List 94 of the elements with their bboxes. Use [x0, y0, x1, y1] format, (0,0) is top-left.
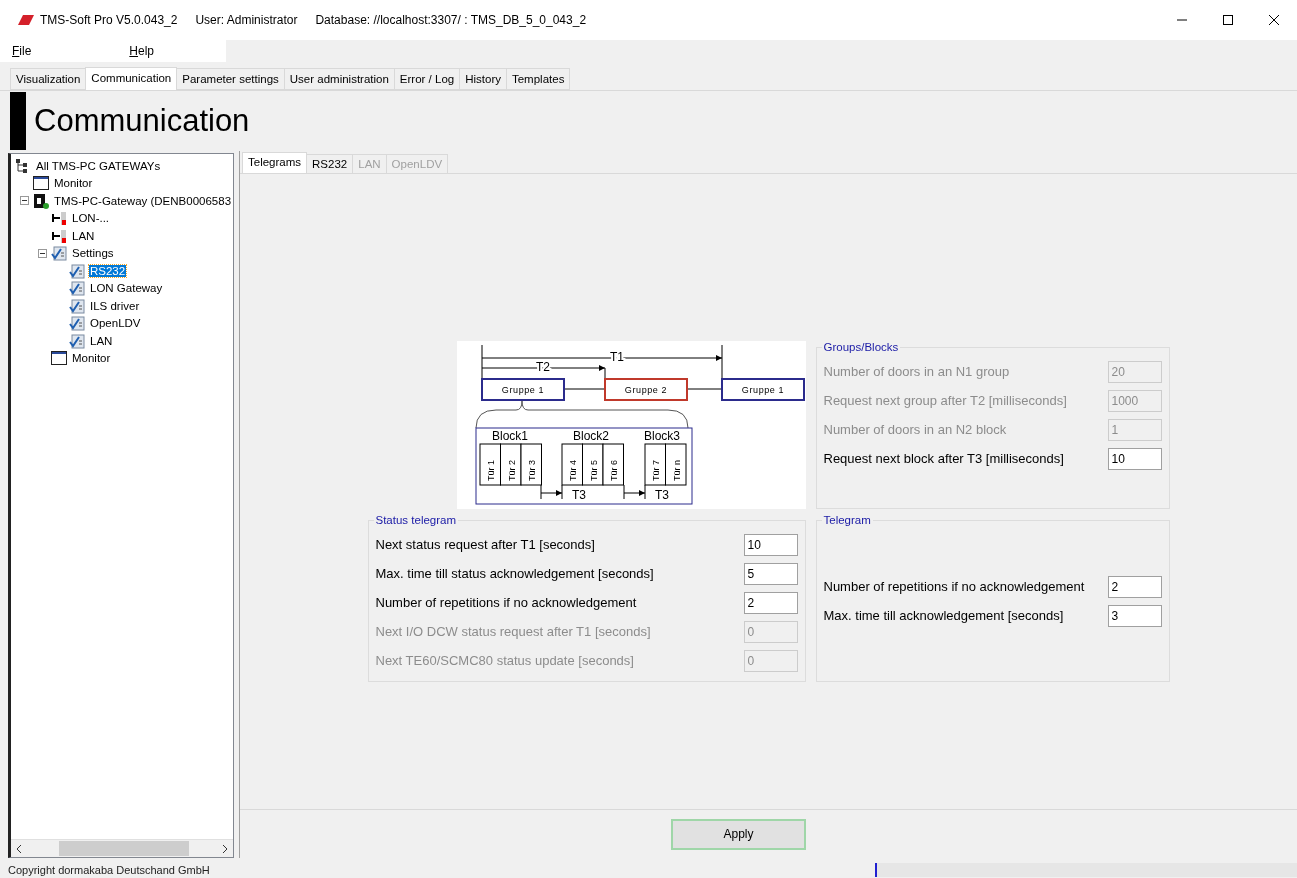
tree-item[interactable]: All TMS-PC GATEWAYs	[35, 159, 162, 172]
field-label: Number of doors in an N2 block	[823, 422, 1007, 437]
tab[interactable]: Error / Log	[393, 68, 461, 90]
input-field[interactable]: 2	[1107, 575, 1162, 598]
group-title: Telegram	[822, 514, 872, 526]
input-field[interactable]: 10	[743, 533, 798, 556]
tree-item[interactable]: Monitor	[71, 352, 112, 365]
checklist-icon	[69, 297, 85, 314]
door-cell	[479, 443, 501, 486]
group-title: Groups/Blocks	[822, 341, 900, 353]
checklist-icon	[51, 245, 67, 262]
status-text: Copyright dormakaba Deutschand GmbH	[7, 864, 210, 876]
tab[interactable]: User administration	[283, 68, 395, 90]
tab[interactable]: Visualization	[10, 68, 87, 90]
field-label: Next status request after T1 [seconds]	[375, 537, 595, 552]
connector-icon	[51, 210, 67, 227]
scroll-left-icon[interactable]	[15, 843, 23, 854]
diagram-label: Tür 7	[650, 460, 661, 481]
input-field[interactable]: 5	[743, 562, 798, 585]
menu-item[interactable]: Help	[117, 44, 165, 58]
door-cell	[664, 443, 686, 486]
field-label: Next I/O DCW status request after T1 [seconds]	[375, 624, 651, 639]
diagram-label: Tür 4	[567, 460, 578, 481]
horizontal-scrollbar[interactable]	[11, 839, 233, 857]
diagram-label: T1	[609, 350, 624, 364]
door-cell	[602, 443, 624, 486]
diagram-label: T3	[571, 488, 586, 502]
monitor-icon	[51, 350, 67, 367]
window-title: TMS-Soft Pro V5.0.043_2	[40, 13, 178, 27]
tree-item[interactable]: LON Gateway	[89, 282, 164, 295]
database-info: Database: //localhost:3307/ : TMS_DB_5_0_043_2	[315, 13, 587, 27]
field-label: Number of repetitions if no acknowledgement	[375, 595, 637, 610]
tab[interactable]: History	[459, 68, 507, 90]
field-label: Max. time till status acknowledgement [seconds]	[375, 566, 654, 581]
tree-item[interactable]: LON-...	[71, 212, 111, 225]
user-info: User: Administrator	[195, 13, 298, 27]
diagram-label: T3	[654, 488, 669, 502]
collapse-toggle[interactable]	[38, 248, 47, 258]
monitor-icon	[33, 175, 49, 192]
tab[interactable]: Templates	[505, 68, 571, 90]
door-cell	[499, 443, 521, 486]
tree-item[interactable]: ILS driver	[89, 299, 141, 312]
diagram-label: Tür 2	[506, 460, 516, 481]
diagram-label: Tür 6	[608, 460, 619, 481]
field-label: Next TE60/SCMC80 status update [seconds]	[375, 653, 634, 668]
field-label: Max. time till acknowledgement [seconds]	[823, 608, 1064, 623]
apply-button[interactable]: Apply	[671, 818, 806, 850]
diagram-label: Gruppe 2	[624, 385, 667, 395]
diagram-label: Block3	[643, 429, 680, 443]
input-field[interactable]: 2	[743, 591, 798, 614]
field-label: Number of repetitions if no acknowledgement	[823, 579, 1085, 594]
tab[interactable]: Communication	[85, 67, 178, 90]
tree-item[interactable]: Monitor	[53, 177, 94, 190]
tree-item[interactable]: LAN	[89, 334, 114, 347]
checklist-icon	[69, 332, 85, 349]
door-cell	[561, 443, 583, 486]
group-title: Status telegram	[374, 514, 458, 526]
gateway-icon	[33, 192, 49, 209]
field-label: Request next group after T2 [milliseconds]	[823, 393, 1067, 408]
tree-item[interactable]: LAN	[71, 229, 96, 242]
diagram-label: Gruppe 1	[501, 385, 544, 395]
menu-item[interactable]: File	[0, 44, 42, 58]
scroll-right-icon[interactable]	[221, 843, 229, 854]
door-cell	[644, 443, 666, 486]
tab[interactable]: Telegrams	[242, 152, 308, 173]
field-label: Number of doors in an N1 group	[823, 364, 1010, 379]
door-cell	[520, 443, 542, 486]
field-label: Request next block after T3 [milliseconds]	[823, 451, 1064, 466]
collapse-toggle[interactable]	[20, 196, 29, 206]
app-logo-icon	[18, 15, 34, 25]
diagram-label: Tür 5	[588, 460, 598, 481]
tree-item[interactable]: TMS-PC-Gateway (DENB0006583	[53, 194, 233, 207]
diagram-label: Gruppe 1	[741, 385, 784, 395]
maximize-icon	[1223, 15, 1233, 25]
diagram-label: Block1	[491, 429, 528, 443]
page-title: Communication	[34, 103, 250, 139]
tab[interactable]: Parameter settings	[176, 68, 285, 90]
checklist-icon	[69, 315, 85, 332]
tree-item[interactable]: OpenLDV	[89, 317, 142, 330]
tree-item[interactable]: Settings	[71, 247, 115, 260]
diagram-label: Tür 3	[526, 460, 537, 481]
connector-icon	[51, 227, 67, 244]
diagram-label: T2	[535, 360, 550, 374]
checklist-icon	[69, 262, 85, 279]
input-field[interactable]: 10	[1107, 447, 1162, 470]
door-cell	[581, 443, 603, 486]
checklist-icon	[69, 280, 85, 297]
tree-item[interactable]: RS232	[89, 264, 127, 277]
header-bar	[10, 92, 26, 150]
diagram-label: Tür 1	[485, 460, 496, 481]
diagram-label: Block2	[572, 429, 609, 443]
close-icon	[1269, 15, 1279, 25]
input-field[interactable]: 3	[1107, 604, 1162, 627]
diagram-label: Tür n	[671, 460, 681, 481]
